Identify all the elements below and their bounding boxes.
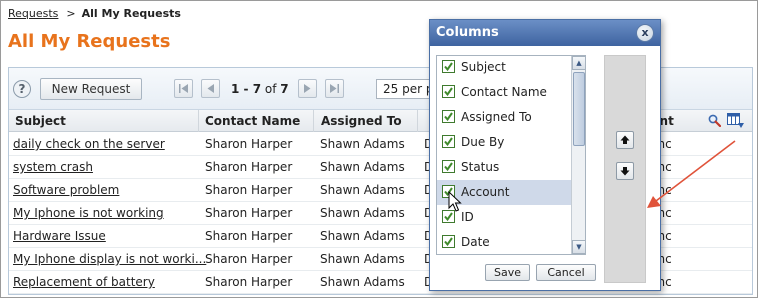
move-up-icon[interactable]: [616, 131, 634, 149]
per-page-select[interactable]: 25 per p: [376, 79, 436, 99]
column-option-label: Due By: [461, 135, 505, 149]
scroll-up-icon[interactable]: ▲: [572, 56, 585, 70]
contact-name-cell: Sharon Harper: [205, 137, 293, 151]
assigned-to-cell: Shawn Adams: [320, 206, 405, 220]
next-page-icon[interactable]: [298, 79, 317, 98]
breadcrumb-requests-link[interactable]: Requests: [8, 7, 58, 20]
help-icon[interactable]: ?: [13, 80, 31, 98]
request-subject-link[interactable]: Replacement of battery: [13, 275, 155, 289]
column-option-label: Subject: [461, 60, 506, 74]
column-option[interactable]: Status: [437, 155, 571, 180]
column-checkbox[interactable]: [442, 85, 455, 98]
first-page-icon[interactable]: [174, 79, 193, 98]
contact-name-cell: Sharon Harper: [205, 229, 293, 243]
request-subject-link[interactable]: daily check on the server: [13, 137, 165, 151]
column-divider: [198, 110, 199, 132]
breadcrumb-current: All My Requests: [81, 7, 181, 20]
column-checkbox[interactable]: [442, 110, 455, 123]
column-option[interactable]: Assigned To: [437, 105, 571, 130]
breadcrumb: Requests > All My Requests: [8, 7, 181, 20]
assigned-to-cell: Shawn Adams: [320, 275, 405, 289]
assigned-to-cell: Shawn Adams: [320, 137, 405, 151]
page-total: 7: [280, 82, 289, 96]
contact-name-cell: Sharon Harper: [205, 206, 293, 220]
request-subject-link[interactable]: system crash: [13, 160, 93, 174]
column-option-label: Date: [461, 235, 490, 249]
paging-info: 1 - 7 of 7: [231, 82, 289, 96]
column-checkbox[interactable]: [442, 135, 455, 148]
page-of: of: [261, 82, 281, 96]
contact-name-cell: Sharon Harper: [205, 275, 293, 289]
mouse-cursor-icon: [448, 191, 462, 212]
column-option-label: Account: [461, 185, 510, 199]
assigned-to-cell: Shawn Adams: [320, 160, 405, 174]
contact-name-cell: Sharon Harper: [205, 160, 293, 174]
assigned-to-cell: Shawn Adams: [320, 229, 405, 243]
page-dash: -: [239, 82, 253, 96]
new-request-button[interactable]: New Request: [40, 78, 142, 100]
column-checkbox[interactable]: [442, 160, 455, 173]
column-option-label: Status: [461, 160, 500, 174]
search-icon[interactable]: [708, 114, 721, 127]
column-option-label: Contact Name: [461, 85, 547, 99]
request-subject-link[interactable]: Software problem: [13, 183, 119, 197]
column-option[interactable]: Date: [437, 230, 571, 254]
request-subject-link[interactable]: Hardware Issue: [13, 229, 106, 243]
dialog-title: Columns: [430, 20, 660, 46]
column-option[interactable]: Due By: [437, 130, 571, 155]
column-header-subject[interactable]: Subject: [15, 114, 66, 128]
app-window: Requests > All My Requests All My Requests…: [0, 0, 758, 298]
columns-chooser-icon[interactable]: [727, 113, 745, 129]
column-header-contact-name[interactable]: Contact Name: [205, 114, 300, 128]
assigned-to-cell: Shawn Adams: [320, 183, 405, 197]
column-option[interactable]: Contact Name: [437, 80, 571, 105]
move-down-icon[interactable]: [616, 162, 634, 180]
request-subject-link[interactable]: My Iphone display is not worki...: [13, 252, 206, 266]
contact-name-cell: Sharon Harper: [205, 183, 293, 197]
breadcrumb-separator: >: [66, 7, 76, 20]
assigned-to-cell: Shawn Adams: [320, 252, 405, 266]
column-divider: [417, 110, 418, 132]
column-checkbox[interactable]: [442, 60, 455, 73]
columns-list-scrollbar[interactable]: ▲ ▼: [571, 56, 585, 254]
column-header-assigned-to[interactable]: Assigned To: [321, 114, 402, 128]
column-checkbox[interactable]: [442, 235, 455, 248]
scroll-thumb[interactable]: [573, 72, 585, 146]
scroll-down-icon[interactable]: ▼: [572, 240, 585, 254]
page-end: 7: [252, 82, 262, 96]
prev-page-icon[interactable]: [201, 79, 220, 98]
column-option-label: ID: [461, 210, 474, 224]
save-button[interactable]: Save: [485, 264, 530, 281]
cancel-button[interactable]: Cancel: [536, 264, 596, 281]
column-divider: [313, 110, 314, 132]
columns-dialog: Columns x Subject Contact Name Assigned To…: [429, 19, 661, 291]
column-option-label: Assigned To: [461, 110, 532, 124]
column-option[interactable]: Subject: [437, 56, 571, 80]
page-title: All My Requests: [8, 31, 171, 52]
columns-list: Subject Contact Name Assigned To Due By Stat…: [436, 55, 586, 255]
contact-name-cell: Sharon Harper: [205, 252, 293, 266]
request-subject-link[interactable]: My Iphone is not working: [13, 206, 164, 220]
last-page-icon[interactable]: [325, 79, 344, 98]
close-icon[interactable]: x: [636, 24, 654, 42]
